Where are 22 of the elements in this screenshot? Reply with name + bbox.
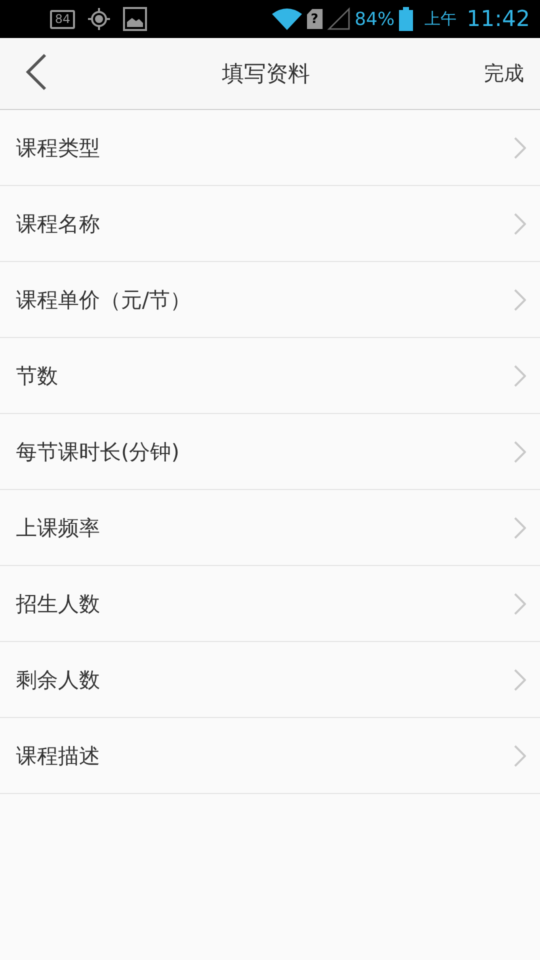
chevron-right-icon xyxy=(514,440,526,462)
page-title: 填写资料 xyxy=(221,60,311,88)
chevron-right-icon xyxy=(514,592,526,614)
time-period: 上午 xyxy=(424,8,457,30)
image-icon xyxy=(123,7,148,31)
signal-icon xyxy=(326,7,351,31)
battery-icon xyxy=(398,7,413,31)
battery-percent: 84% xyxy=(354,8,395,30)
done-button[interactable]: 完成 xyxy=(484,60,524,87)
notification-badge: 84 xyxy=(50,10,76,28)
chevron-right-icon xyxy=(514,668,526,690)
location-icon xyxy=(87,7,112,31)
chevron-right-icon xyxy=(514,288,526,310)
chevron-right-icon xyxy=(514,744,526,766)
chevron-right-icon xyxy=(514,136,526,158)
chevron-right-icon xyxy=(514,516,526,538)
back-icon xyxy=(24,52,48,90)
sim-card-icon: ? xyxy=(306,9,323,29)
chevron-right-icon xyxy=(514,212,526,234)
wifi-icon xyxy=(270,7,303,31)
clock-time: 11:42 xyxy=(466,6,530,32)
chevron-right-icon xyxy=(514,364,526,386)
